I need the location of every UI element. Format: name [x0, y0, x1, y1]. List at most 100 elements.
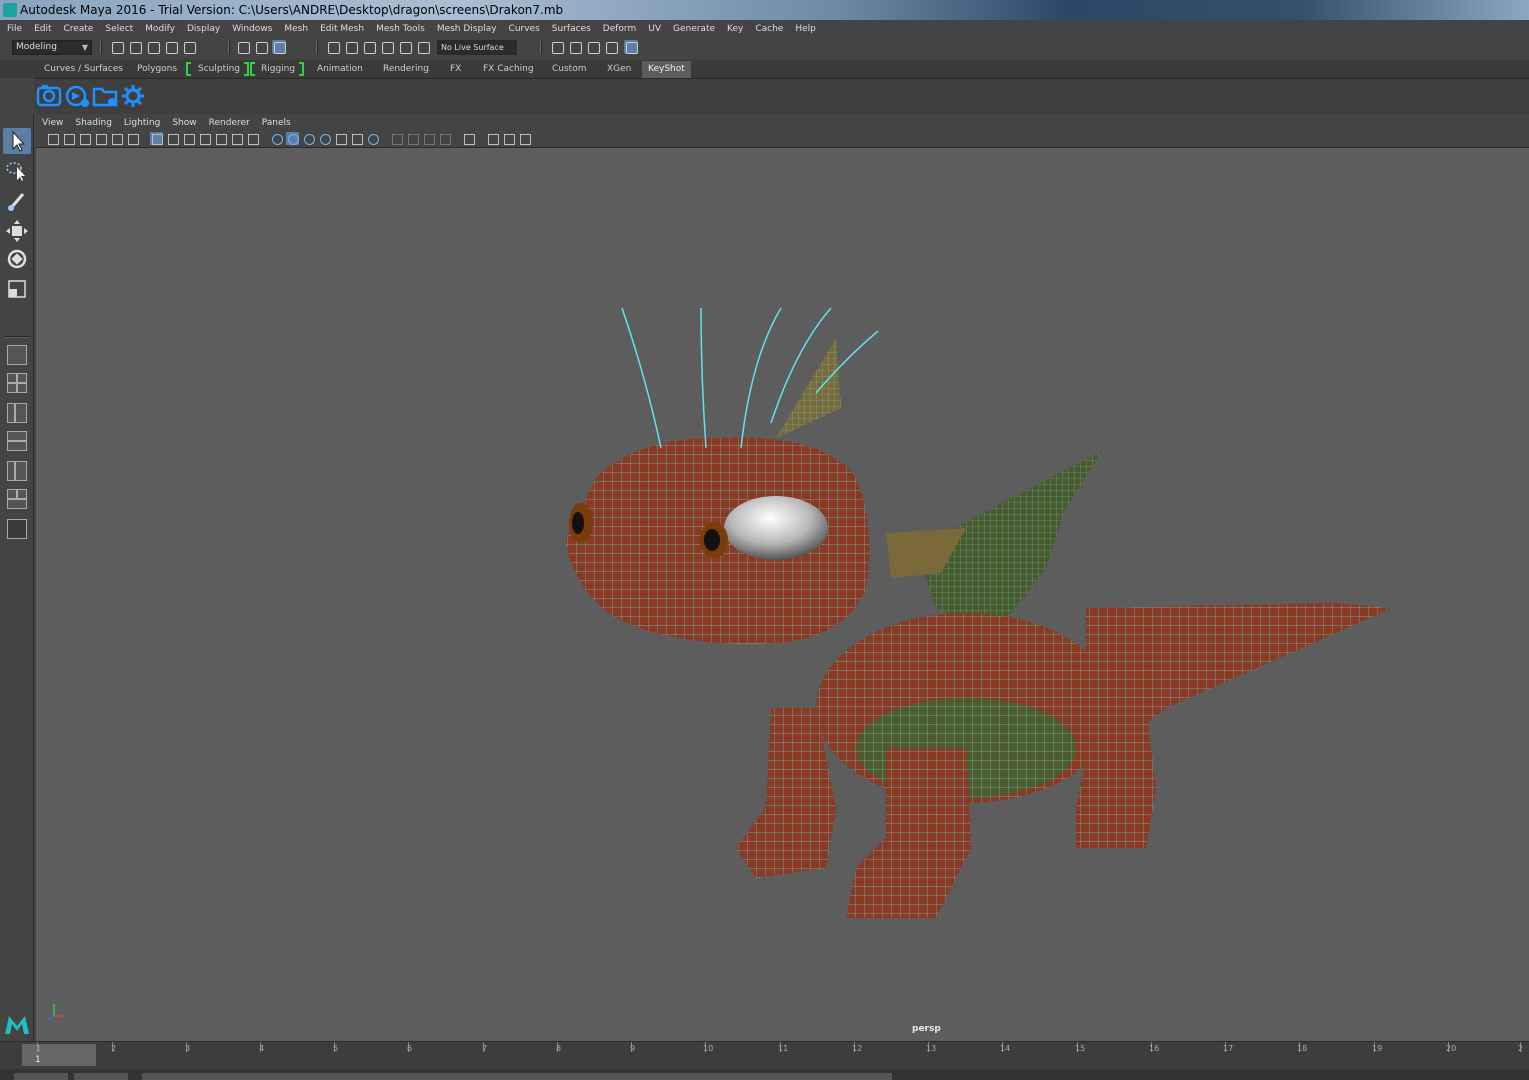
snap-edge-icon[interactable] — [416, 40, 430, 54]
menu-mesh[interactable]: Mesh — [284, 24, 308, 34]
panel-menu-shading[interactable]: Shading — [75, 118, 112, 128]
menu-help[interactable]: Help — [795, 24, 816, 34]
current-frame-marker[interactable] — [22, 1044, 96, 1066]
dragon-model[interactable] — [36, 148, 1529, 1041]
camera-attributes-icon[interactable] — [46, 132, 59, 145]
menu-create[interactable]: Create — [64, 24, 94, 34]
menu-modify[interactable]: Modify — [145, 24, 175, 34]
panel-menu-panels[interactable]: Panels — [262, 118, 291, 128]
menu-file[interactable]: File — [7, 24, 22, 34]
shelf-tab-sculpting[interactable]: Sculpting — [192, 61, 246, 78]
menu-surfaces[interactable]: Surfaces — [552, 24, 591, 34]
single-perspective-layout-icon[interactable] — [5, 344, 29, 366]
select-tool-icon[interactable] — [3, 128, 31, 154]
gate-mask-icon[interactable] — [198, 132, 211, 145]
snap-curve-icon[interactable] — [344, 40, 358, 54]
render-frame-icon[interactable] — [568, 40, 582, 54]
shelf-tab-xgen[interactable]: XGen — [601, 61, 637, 78]
undo-icon[interactable] — [164, 40, 178, 54]
shadows-icon[interactable] — [350, 132, 363, 145]
panel-menu-view[interactable]: View — [42, 118, 63, 128]
persp-uv-layout-icon[interactable] — [5, 488, 29, 510]
keyshot-render-icon[interactable] — [64, 83, 91, 109]
shelf-tab-keyshot[interactable]: KeyShot — [642, 61, 691, 78]
persp-graph-layout-icon[interactable] — [5, 430, 29, 452]
select-hierarchy-icon[interactable] — [236, 40, 250, 54]
render-view-icon[interactable] — [550, 40, 564, 54]
menu-edit-mesh[interactable]: Edit Mesh — [320, 24, 364, 34]
isolate-select-icon[interactable] — [366, 132, 379, 145]
paint-select-tool-icon[interactable] — [3, 188, 31, 214]
range-slider-bar[interactable] — [142, 1073, 892, 1080]
shelf-tab-rigging[interactable]: Rigging — [255, 61, 301, 78]
hypershade-icon[interactable] — [624, 40, 638, 54]
save-scene-icon[interactable] — [146, 40, 160, 54]
menu-select[interactable]: Select — [105, 24, 133, 34]
snap-view-plane-icon[interactable] — [380, 40, 394, 54]
shelf-tab-custom[interactable]: Custom — [546, 61, 592, 78]
film-gate-icon[interactable] — [166, 132, 179, 145]
menu-curves[interactable]: Curves — [509, 24, 540, 34]
safe-title-icon[interactable] — [246, 132, 259, 145]
select-object-icon[interactable] — [254, 40, 268, 54]
gamma-icon[interactable] — [502, 132, 515, 145]
depth-of-field-icon[interactable] — [438, 132, 451, 145]
panel-menu-lighting[interactable]: Lighting — [124, 118, 160, 128]
ipr-render-icon[interactable] — [586, 40, 600, 54]
persp-hypershade-layout-icon[interactable] — [5, 460, 29, 482]
menu-uv[interactable]: UV — [648, 24, 661, 34]
range-start-field[interactable] — [14, 1073, 68, 1080]
shelf-tab-fx[interactable]: FX — [444, 61, 467, 78]
shelf-tab-animation[interactable]: Animation — [311, 61, 369, 78]
antialiasing-icon[interactable] — [422, 132, 435, 145]
range-slider[interactable] — [0, 1069, 1529, 1080]
menu-windows[interactable]: Windows — [232, 24, 272, 34]
shelf-tab-curves-surfaces[interactable]: Curves / Surfaces — [38, 61, 129, 78]
layout-collapse-icon[interactable] — [5, 518, 29, 540]
xray-icon[interactable] — [462, 132, 475, 145]
lasso-tool-icon[interactable] — [3, 158, 31, 184]
image-plane-icon[interactable] — [94, 132, 107, 145]
use-all-lights-icon[interactable] — [334, 132, 347, 145]
shelf-tab-fx-caching[interactable]: FX Caching — [477, 61, 540, 78]
smooth-shade-icon[interactable] — [286, 132, 299, 145]
menu-key[interactable]: Key — [727, 24, 743, 34]
textured-icon[interactable] — [318, 132, 331, 145]
rotate-tool-icon[interactable] — [3, 246, 31, 272]
motion-blur-icon[interactable] — [406, 132, 419, 145]
two-d-pan-icon[interactable] — [110, 132, 123, 145]
persp-outliner-layout-icon[interactable] — [5, 402, 29, 424]
redo-icon[interactable] — [182, 40, 196, 54]
four-view-layout-icon[interactable] — [5, 372, 29, 394]
select-component-icon[interactable] — [272, 40, 286, 54]
grid-icon[interactable] — [150, 132, 163, 145]
grease-pencil-icon[interactable] — [126, 132, 139, 145]
snap-grid-icon[interactable] — [326, 40, 340, 54]
safe-action-icon[interactable] — [230, 132, 243, 145]
snap-point-icon[interactable] — [362, 40, 376, 54]
keyshot-settings-icon[interactable] — [120, 83, 147, 109]
menu-cache[interactable]: Cache — [755, 24, 783, 34]
menu-mesh-display[interactable]: Mesh Display — [437, 24, 497, 34]
keyshot-camera-icon[interactable] — [36, 83, 63, 109]
open-scene-icon[interactable] — [128, 40, 142, 54]
anim-start-field[interactable] — [74, 1073, 128, 1080]
move-tool-icon[interactable] — [3, 218, 31, 244]
render-settings-icon[interactable] — [604, 40, 618, 54]
menu-set-dropdown[interactable]: Modeling ▼ — [12, 40, 92, 55]
panel-menu-show[interactable]: Show — [172, 118, 196, 128]
snap-live-icon[interactable] — [398, 40, 412, 54]
exposure-icon[interactable] — [486, 132, 499, 145]
shelf-tab-polygons[interactable]: Polygons — [131, 61, 183, 78]
new-scene-icon[interactable] — [110, 40, 124, 54]
time-slider[interactable]: 1 2 3 4 5 6 7 8 9 10 11 12 13 14 15 16 1… — [0, 1041, 1529, 1069]
keyshot-folder-icon[interactable] — [92, 83, 119, 109]
menu-display[interactable]: Display — [187, 24, 220, 34]
wireframe-icon[interactable] — [270, 132, 283, 145]
field-chart-icon[interactable] — [214, 132, 227, 145]
menu-edit[interactable]: Edit — [34, 24, 51, 34]
wireframe-on-shaded-icon[interactable] — [302, 132, 315, 145]
live-surface-field[interactable]: No Live Surface — [437, 40, 517, 55]
scale-tool-icon[interactable] — [3, 276, 31, 302]
panel-menu-renderer[interactable]: Renderer — [209, 118, 250, 128]
